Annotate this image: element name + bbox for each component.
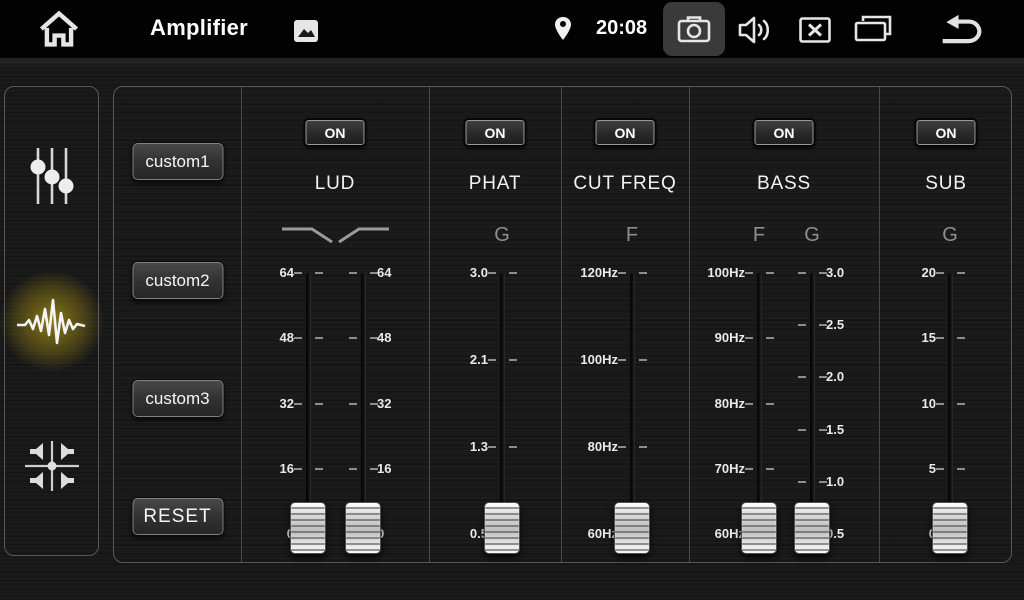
scale-label: 1.3 bbox=[440, 439, 488, 455]
lud-right-fader-thumb[interactable] bbox=[345, 502, 381, 554]
sidebar-item-sound-effects[interactable] bbox=[15, 297, 89, 352]
phat-panel: ON PHAT G 3.0 2.1 1.3 0.5 bbox=[429, 87, 561, 562]
scale-label: 20 bbox=[888, 265, 936, 281]
home-icon[interactable] bbox=[37, 9, 81, 49]
scale-label: 2.1 bbox=[440, 352, 488, 368]
cut-freq-on-button[interactable]: ON bbox=[594, 118, 657, 147]
volume-icon[interactable] bbox=[736, 14, 774, 46]
scale-label: 10 bbox=[888, 396, 936, 412]
scale-label: 120Hz bbox=[570, 265, 618, 281]
page-title: Amplifier bbox=[150, 15, 248, 41]
custom2-button[interactable]: custom2 bbox=[131, 261, 224, 300]
high-pass-curve-icon bbox=[335, 225, 391, 245]
scale-label: 3.0 bbox=[826, 265, 874, 281]
clock[interactable]: 20:08 bbox=[596, 17, 647, 40]
cut-freq-fader-thumb[interactable] bbox=[614, 502, 650, 554]
sub-on-button[interactable]: ON bbox=[915, 118, 978, 147]
sidebar-item-speaker-balance[interactable] bbox=[23, 437, 81, 500]
equalizer-sliders-icon bbox=[29, 146, 75, 206]
bass-on-button[interactable]: ON bbox=[753, 118, 816, 147]
bass-title: BASS bbox=[689, 173, 879, 195]
cut-freq-panel: ON CUT FREQ F 120Hz 100Hz 80Hz 60Hz bbox=[561, 87, 689, 562]
scale-label: 1.0 bbox=[826, 474, 874, 490]
phat-fader-thumb[interactable] bbox=[484, 502, 520, 554]
sidebar bbox=[4, 86, 99, 556]
scale-label: 0.5 bbox=[440, 526, 488, 542]
bass-panel: ON BASS F 100Hz 90Hz 80Hz 70Hz 60Hz G bbox=[689, 87, 879, 562]
sub-panel: ON SUB G 20 15 10 5 0 bbox=[879, 87, 1013, 562]
scale-label: 48 bbox=[377, 330, 425, 346]
scale-label: 80Hz bbox=[697, 396, 745, 412]
low-pass-curve-icon bbox=[280, 225, 336, 245]
scale-label: 2.0 bbox=[826, 369, 874, 385]
waveform-icon bbox=[15, 297, 89, 347]
gain-label: G bbox=[790, 224, 834, 247]
sub-fader-thumb[interactable] bbox=[932, 502, 968, 554]
scale-label: 70Hz bbox=[697, 461, 745, 477]
scale-label: 32 bbox=[246, 396, 294, 412]
amplifier-panel: custom1 custom2 custom3 RESET ON LUD 64 … bbox=[113, 86, 1012, 563]
sidebar-item-equalizer[interactable] bbox=[29, 146, 75, 211]
custom1-button[interactable]: custom1 bbox=[131, 142, 224, 181]
scale-label: 64 bbox=[377, 265, 425, 281]
scale-label: 16 bbox=[377, 461, 425, 477]
camera-icon bbox=[676, 14, 712, 44]
lud-left-fader-thumb[interactable] bbox=[290, 502, 326, 554]
camera-button[interactable] bbox=[663, 2, 725, 56]
sub-title: SUB bbox=[879, 173, 1013, 195]
close-window-icon[interactable] bbox=[799, 17, 831, 43]
custom3-button[interactable]: custom3 bbox=[131, 379, 224, 418]
speaker-balance-icon bbox=[23, 437, 81, 495]
reset-button[interactable]: RESET bbox=[131, 497, 224, 536]
location-icon[interactable] bbox=[553, 16, 573, 42]
scale-label: 32 bbox=[377, 396, 425, 412]
main-background: custom1 custom2 custom3 RESET ON LUD 64 … bbox=[0, 58, 1024, 600]
freq-label: F bbox=[610, 224, 654, 247]
preset-column: custom1 custom2 custom3 RESET bbox=[114, 87, 241, 562]
lud-title: LUD bbox=[241, 173, 429, 195]
bass-freq-fader-thumb[interactable] bbox=[741, 502, 777, 554]
back-icon[interactable] bbox=[936, 13, 986, 46]
freq-label: F bbox=[737, 224, 781, 247]
scale-label: 2.5 bbox=[826, 317, 874, 333]
phat-title: PHAT bbox=[429, 173, 561, 195]
scale-label: 100Hz bbox=[697, 265, 745, 281]
scale-label: 0 bbox=[888, 526, 936, 542]
scale-label: 16 bbox=[246, 461, 294, 477]
scale-label: 0 bbox=[246, 526, 294, 542]
gain-label: G bbox=[928, 224, 972, 247]
scale-label: 5 bbox=[888, 461, 936, 477]
scale-label: 0 bbox=[377, 526, 425, 542]
scale-label: 64 bbox=[246, 265, 294, 281]
scale-label: 100Hz bbox=[570, 352, 618, 368]
cut-freq-title: CUT FREQ bbox=[561, 173, 689, 195]
scale-label: 15 bbox=[888, 330, 936, 346]
gain-label: G bbox=[480, 224, 524, 247]
bass-gain-fader-thumb[interactable] bbox=[794, 502, 830, 554]
gallery-icon[interactable] bbox=[293, 19, 319, 43]
scale-label: 0.5 bbox=[826, 526, 874, 542]
scale-label: 60Hz bbox=[570, 526, 618, 542]
scale-label: 80Hz bbox=[570, 439, 618, 455]
lud-panel: ON LUD 64 48 32 16 0 bbox=[241, 87, 429, 562]
phat-on-button[interactable]: ON bbox=[464, 118, 527, 147]
scale-label: 1.5 bbox=[826, 422, 874, 438]
scale-label: 48 bbox=[246, 330, 294, 346]
scale-label: 90Hz bbox=[697, 330, 745, 346]
lud-on-button[interactable]: ON bbox=[304, 118, 367, 147]
scale-label: 60Hz bbox=[697, 526, 745, 542]
top-bar: Amplifier 20:08 bbox=[0, 0, 1024, 58]
scale-label: 3.0 bbox=[440, 265, 488, 281]
recent-apps-icon[interactable] bbox=[853, 15, 893, 43]
